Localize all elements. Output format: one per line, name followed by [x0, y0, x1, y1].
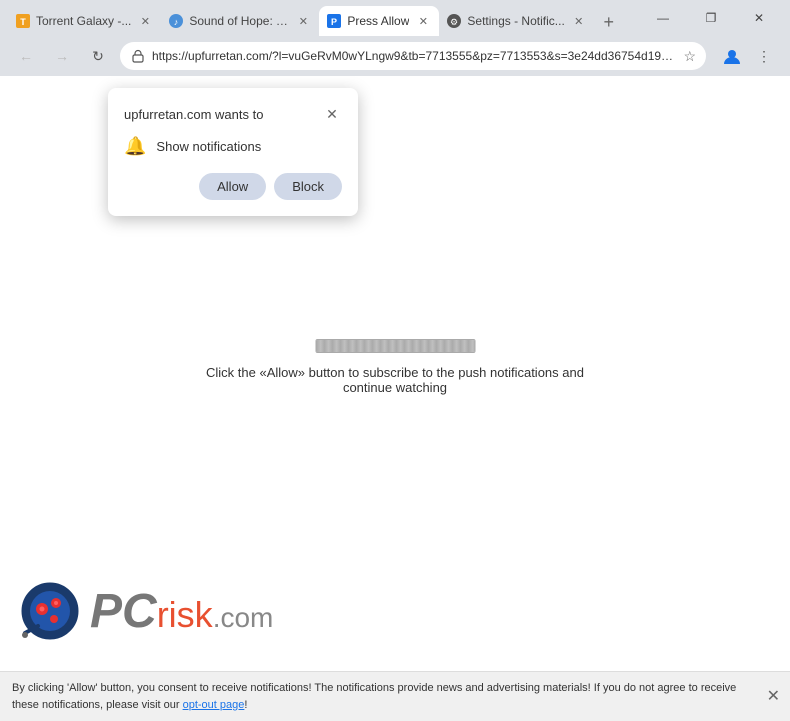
forward-button[interactable]: →	[48, 42, 76, 70]
close-button[interactable]: ✕	[736, 3, 782, 33]
progress-bar-fill	[316, 340, 474, 352]
tab-close-pressallow[interactable]: ✕	[415, 13, 431, 29]
loading-section: Click the «Allow» button to subscribe to…	[198, 339, 593, 395]
notification-popup: upfurretan.com wants to ✕ 🔔 Show notific…	[108, 88, 358, 216]
svg-text:P: P	[331, 17, 337, 27]
bottom-bar-close-button[interactable]: ✕	[767, 685, 780, 709]
tab-close-sound[interactable]: ✕	[295, 13, 311, 29]
url-bar[interactable]: https://upfurretan.com/?l=vuGeRvM0wYLngw…	[120, 42, 706, 70]
tab-favicon-pressallow: P	[327, 14, 341, 28]
tab-torrent[interactable]: T Torrent Galaxy -... ✕	[8, 6, 161, 36]
com-text: .com	[213, 602, 274, 634]
tab-pressallow[interactable]: P Press Allow ✕	[319, 6, 439, 36]
url-text: https://upfurretan.com/?l=vuGeRvM0wYLngw…	[152, 49, 677, 63]
pcrisk-logo: PC risk .com	[20, 581, 273, 641]
profile-icon[interactable]	[718, 42, 746, 70]
back-button[interactable]: ←	[12, 42, 40, 70]
tab-title-settings: Settings - Notific...	[467, 14, 564, 28]
window-controls: — ❐ ✕	[640, 3, 782, 33]
block-button[interactable]: Block	[274, 173, 342, 200]
tab-bar: T Torrent Galaxy -... ✕ ♪ Sound of Hope:…	[8, 0, 628, 36]
menu-icon[interactable]: ⋮	[750, 42, 778, 70]
risk-text: risk	[157, 594, 213, 636]
bookmark-icon[interactable]: ☆	[683, 48, 696, 65]
page-content: upfurretan.com wants to ✕ 🔔 Show notific…	[0, 76, 790, 721]
tab-title-torrent: Torrent Galaxy -...	[36, 14, 131, 28]
pcrisk-text-container: PC risk .com	[90, 584, 273, 639]
popup-title: upfurretan.com wants to	[124, 107, 263, 122]
bottom-notification-bar: By clicking 'Allow' button, you consent …	[0, 671, 790, 721]
tab-favicon-torrent: T	[16, 14, 30, 28]
popup-buttons: Allow Block	[124, 173, 342, 200]
tab-settings[interactable]: ⚙ Settings - Notific... ✕	[439, 6, 594, 36]
popup-notification-item: 🔔 Show notifications	[124, 136, 342, 157]
address-bar: ← → ↻ https://upfurretan.com/?l=vuGeRvM0…	[0, 36, 790, 76]
maximize-button[interactable]: ❐	[688, 3, 734, 33]
toolbar-icons: ⋮	[718, 42, 778, 70]
tab-close-settings[interactable]: ✕	[571, 13, 587, 29]
page-inner: upfurretan.com wants to ✕ 🔔 Show notific…	[0, 76, 790, 721]
security-icon	[130, 48, 146, 64]
tab-title-pressallow: Press Allow	[347, 14, 409, 28]
tab-favicon-settings: ⚙	[447, 14, 461, 28]
tab-close-torrent[interactable]: ✕	[137, 13, 153, 29]
svg-text:⚙: ⚙	[450, 17, 458, 27]
new-tab-button[interactable]: +	[595, 8, 623, 36]
minimize-button[interactable]: —	[640, 3, 686, 33]
bottom-bar-text-after: !	[244, 699, 247, 711]
bottom-bar-text-before: By clicking 'Allow' button, you consent …	[12, 682, 736, 711]
allow-button[interactable]: Allow	[199, 173, 266, 200]
title-bar: T Torrent Galaxy -... ✕ ♪ Sound of Hope:…	[0, 0, 790, 36]
tab-title-sound: Sound of Hope: T...	[189, 14, 289, 28]
pc-text: PC	[90, 584, 157, 639]
svg-text:T: T	[20, 17, 26, 27]
popup-close-button[interactable]: ✕	[322, 104, 342, 124]
loading-text: Click the «Allow» button to subscribe to…	[198, 365, 593, 395]
pcrisk-icon	[20, 581, 80, 641]
reload-button[interactable]: ↻	[84, 42, 112, 70]
tab-sound[interactable]: ♪ Sound of Hope: T... ✕	[161, 6, 319, 36]
svg-text:♪: ♪	[174, 17, 179, 27]
bell-icon: 🔔	[124, 136, 146, 157]
progress-bar	[315, 339, 475, 353]
popup-item-text: Show notifications	[156, 139, 261, 154]
tab-favicon-sound: ♪	[169, 14, 183, 28]
browser-frame: T Torrent Galaxy -... ✕ ♪ Sound of Hope:…	[0, 0, 790, 721]
popup-header: upfurretan.com wants to ✕	[124, 104, 342, 124]
opt-out-link[interactable]: opt-out page	[183, 699, 245, 711]
